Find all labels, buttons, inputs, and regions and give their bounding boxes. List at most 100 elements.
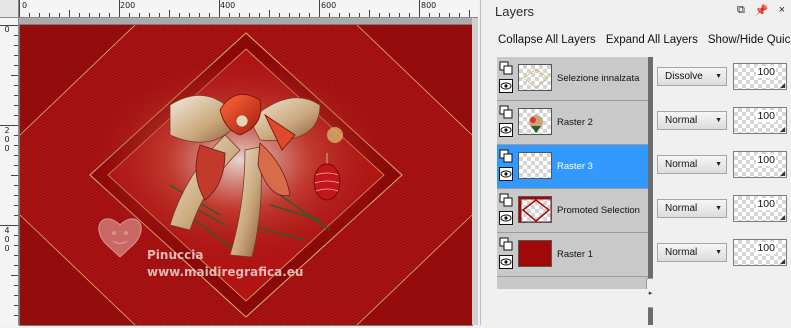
layer-toggle-icons	[499, 61, 515, 97]
layer-group-link-icon[interactable]	[499, 149, 513, 163]
layer-visibility-eye-icon[interactable]	[499, 211, 513, 225]
ruler-label-200: 200	[120, 1, 136, 10]
layer-row[interactable]: Selezione innalzata	[497, 57, 648, 101]
chevron-down-icon: ▼	[715, 161, 722, 168]
blend-mode-dropdown[interactable]: Normal ▼	[657, 199, 727, 218]
layer-properties-column: Dissolve ▼ 100 Normal ▼ 100 Normal ▼ 100 Normal ▼ 1…	[653, 57, 791, 325]
layer-properties-row: Normal ▼ 100	[653, 101, 791, 145]
blend-mode-dropdown[interactable]: Normal ▼	[657, 111, 727, 130]
blend-mode-value: Normal	[665, 247, 698, 258]
layer-properties-row: Normal ▼ 100	[653, 189, 791, 233]
layer-thumbnail	[518, 196, 552, 223]
vruler-label-200-b: 0	[4, 135, 10, 144]
ruler-label-0: 0	[22, 1, 28, 10]
vruler-label-200-a: 2	[4, 126, 10, 135]
undock-icon[interactable]: ⧉	[737, 4, 745, 17]
layer-thumbnail	[518, 240, 552, 267]
layer-group-link-icon[interactable]	[499, 193, 513, 207]
layer-properties-row: Dissolve ▼ 100	[653, 57, 791, 101]
vruler-label-400-a: 4	[4, 226, 10, 235]
christmas-artwork: Pinuccia www.maidiregrafica.eu	[19, 24, 473, 326]
collapse-all-layers-button[interactable]: Collapse All Layers	[481, 34, 601, 46]
layer-thumbnail	[518, 64, 552, 91]
chevron-down-icon: ▼	[715, 73, 722, 80]
pin-icon[interactable]: 📌	[755, 4, 769, 17]
layer-toggle-icons	[499, 149, 515, 185]
opacity-field[interactable]: 100	[733, 239, 787, 266]
layer-group-link-icon[interactable]	[499, 61, 513, 75]
vruler-label-0: 0	[4, 25, 10, 34]
layer-visibility-eye-icon[interactable]	[499, 79, 513, 93]
layer-row[interactable]: Raster 1	[497, 233, 648, 277]
layer-visibility-eye-icon[interactable]	[499, 123, 513, 137]
layer-row[interactable]: Raster 3	[497, 145, 648, 189]
layer-toggle-icons	[499, 237, 515, 273]
palette-toolbar: Collapse All Layers Expand All Layers Sh…	[481, 26, 791, 54]
blend-mode-value: Normal	[665, 203, 698, 214]
chevron-down-icon: ▼	[715, 249, 722, 256]
opacity-slider-corner-icon[interactable]	[780, 83, 785, 88]
watermark-site: www.maidiregrafica.eu	[147, 265, 303, 279]
ruler-label-800: 800	[421, 1, 437, 10]
opacity-value: 100	[756, 66, 776, 78]
opacity-field[interactable]: 100	[733, 63, 787, 90]
layer-name: Promoted Selection	[557, 205, 640, 216]
layers-palette: Layers ⧉ 📌 × Collapse All Layers Expand …	[480, 0, 791, 325]
palette-title-controls: ⧉ 📌 ×	[737, 4, 785, 17]
ruler-corner	[0, 0, 19, 18]
layer-name: Raster 2	[557, 117, 593, 128]
vertical-ruler-ticks	[0, 25, 18, 316]
opacity-field[interactable]: 100	[733, 107, 787, 134]
layer-properties-row: Normal ▼ 100	[653, 233, 791, 277]
layer-name: Raster 1	[557, 249, 593, 260]
blend-mode-value: Normal	[665, 159, 698, 170]
chevron-down-icon: ▼	[715, 117, 722, 124]
layer-toggle-icons	[499, 193, 515, 229]
blend-mode-value: Normal	[665, 115, 698, 126]
vruler-label-400-c: 0	[4, 244, 10, 253]
opacity-value: 100	[756, 154, 776, 166]
show-hide-quick-button[interactable]: Show/Hide Quick	[703, 34, 791, 46]
blend-mode-dropdown[interactable]: Normal ▼	[657, 155, 727, 174]
vruler-label-400-b: 0	[4, 235, 10, 244]
layer-row[interactable]: Promoted Selection	[497, 189, 648, 233]
layer-visibility-eye-icon[interactable]	[499, 255, 513, 269]
canvas-workspace[interactable]: 0 200 400 600 800 0 2 0 0 4 0 0 Pinuccia…	[0, 0, 478, 326]
layer-name: Raster 3	[557, 161, 593, 172]
opacity-value: 100	[756, 198, 776, 210]
opacity-slider-corner-icon[interactable]	[780, 215, 785, 220]
layer-list: Selezione innalzata Raster 2 Raster 3 Promo…	[497, 57, 648, 289]
layer-row[interactable]: Raster 2	[497, 101, 648, 145]
watermark-name: Pinuccia	[147, 248, 203, 262]
image-canvas[interactable]: Pinuccia www.maidiregrafica.eu	[19, 24, 473, 326]
horizontal-ruler: 0 200 400 600 800	[19, 0, 478, 18]
layer-thumbnail	[518, 108, 552, 135]
layer-group-link-icon[interactable]	[499, 237, 513, 251]
blend-mode-dropdown[interactable]: Normal ▼	[657, 243, 727, 262]
opacity-field[interactable]: 100	[733, 195, 787, 222]
palette-title: Layers	[495, 4, 535, 19]
horizontal-ruler-ticks	[19, 0, 470, 17]
layer-name: Selezione innalzata	[557, 73, 640, 84]
layer-toggle-icons	[499, 105, 515, 141]
canvas-vertical-scrollbar[interactable]	[472, 18, 478, 325]
blend-mode-dropdown[interactable]: Dissolve ▼	[657, 67, 727, 86]
layer-visibility-eye-icon[interactable]	[499, 167, 513, 181]
opacity-slider-corner-icon[interactable]	[780, 127, 785, 132]
vruler-label-200-c: 0	[4, 144, 10, 153]
opacity-field[interactable]: 100	[733, 151, 787, 178]
chevron-down-icon: ▼	[715, 205, 722, 212]
layer-group-link-icon[interactable]	[499, 105, 513, 119]
opacity-value: 100	[756, 110, 776, 122]
opacity-slider-corner-icon[interactable]	[780, 259, 785, 264]
vertical-ruler: 0 2 0 0 4 0 0	[0, 18, 19, 325]
close-icon[interactable]: ×	[779, 4, 785, 17]
ruler-label-400: 400	[220, 1, 236, 10]
layer-properties-row: Normal ▼ 100	[653, 145, 791, 189]
layer-list-empty-area[interactable]	[497, 289, 648, 325]
blend-mode-value: Dissolve	[665, 71, 703, 82]
opacity-slider-corner-icon[interactable]	[780, 171, 785, 176]
layer-thumbnail	[518, 152, 552, 179]
opacity-value: 100	[756, 242, 776, 254]
expand-all-layers-button[interactable]: Expand All Layers	[601, 34, 703, 46]
